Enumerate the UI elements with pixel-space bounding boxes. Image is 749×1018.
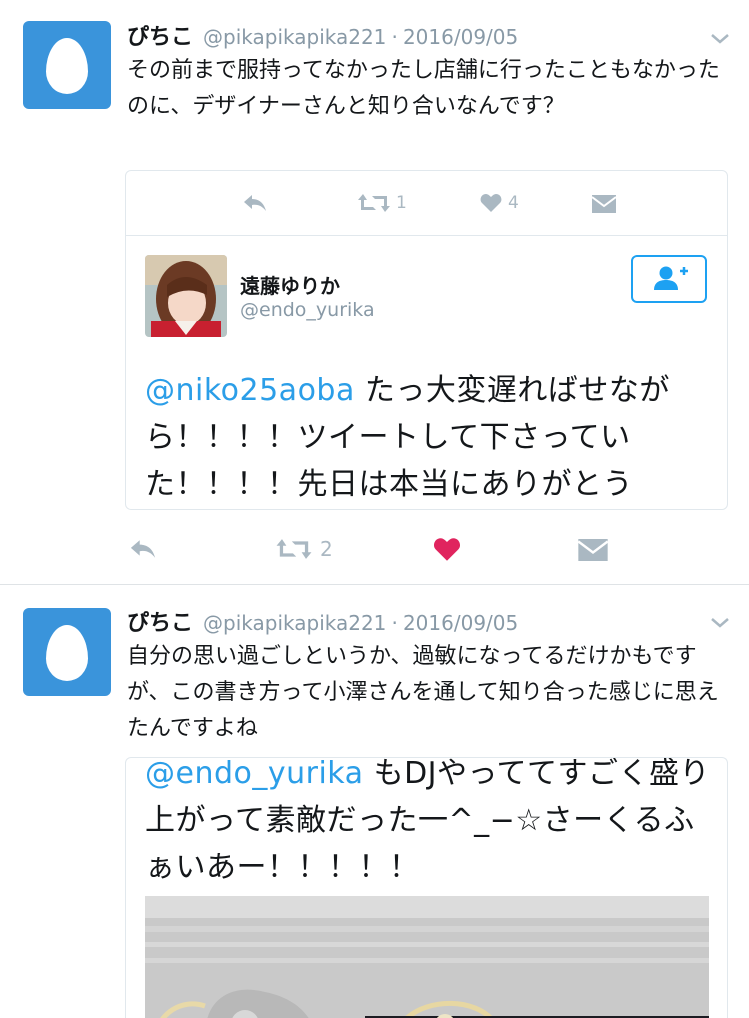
chevron-down-icon[interactable] xyxy=(708,27,732,51)
tweet-actions: 2 xyxy=(0,530,749,570)
dm-button[interactable] xyxy=(578,539,608,561)
reply-icon xyxy=(244,195,266,211)
dm-icon xyxy=(592,195,616,213)
user-handle[interactable]: @pikapikapika221 xyxy=(203,25,386,49)
follow-icon xyxy=(654,266,688,290)
attached-photo[interactable] xyxy=(145,896,709,1018)
retweet-count: 2 xyxy=(320,537,333,561)
dm-button[interactable] xyxy=(592,195,616,213)
retweet-icon xyxy=(276,539,312,559)
egg-avatar-icon xyxy=(46,625,88,681)
reply-icon xyxy=(130,540,156,558)
retweet-button[interactable]: 2 xyxy=(276,537,333,561)
avatar[interactable] xyxy=(23,608,111,696)
egg-avatar-icon xyxy=(46,38,88,94)
dm-icon xyxy=(578,539,608,561)
photo-image xyxy=(145,896,709,1018)
quoted-tweet-text: @niko25aoba たっ大変遅ればせながら！！！！ツイートして下さっていた！… xyxy=(145,367,725,508)
display-name[interactable]: ぴちこ xyxy=(127,25,193,50)
heart-icon xyxy=(480,194,502,212)
quoted-tweet-text: @endo_yurika もDJやっててすごく盛り上がって素敵だった一^_−☆さ… xyxy=(145,758,725,891)
retweet-button[interactable]: 1 xyxy=(358,192,407,214)
tweet-text: 自分の思い過ごしというか、過敏になってるだけかもですが、この書き方って小澤さんを… xyxy=(127,644,719,741)
quoted-display-name[interactable]: 遠藤ゆりか xyxy=(240,270,340,299)
timestamp[interactable]: 2016/09/05 xyxy=(403,25,518,49)
avatar[interactable] xyxy=(23,21,111,109)
retweet-icon xyxy=(358,194,390,212)
tweet-text: その前まで服持ってなかったし店舗に行ったこともなかったのに、デザイナーさんと知り… xyxy=(127,58,720,119)
reply-button[interactable] xyxy=(242,193,268,213)
profile-photo xyxy=(145,255,227,337)
quoted-avatar[interactable] xyxy=(145,255,227,337)
heart-icon xyxy=(433,538,461,561)
separator: · xyxy=(391,25,398,49)
tweet-header: ぴちこ @pikapikapika221 · 2016/09/05 xyxy=(127,19,729,50)
tweet: ぴちこ @pikapikapika221 · 2016/09/05 自分の思い過ご… xyxy=(0,585,749,1018)
quoted-tweet-card[interactable]: 1 4 遠藤ゆりか @endo_yurika @niko25aoba たっ大変遅… xyxy=(125,170,728,510)
tweet-header: ぴちこ @pikapikapika221 · 2016/09/05 xyxy=(127,605,729,636)
like-button[interactable] xyxy=(433,537,461,562)
follow-button[interactable] xyxy=(631,255,707,303)
like-button[interactable]: 4 xyxy=(480,193,519,213)
quoted-user-handle[interactable]: @endo_yurika xyxy=(240,299,375,321)
retweet-count: 1 xyxy=(396,193,407,213)
user-handle[interactable]: @pikapikapika221 xyxy=(203,611,386,635)
mention-link[interactable]: @endo_yurika xyxy=(145,758,364,791)
quoted-actions: 1 4 xyxy=(126,171,727,236)
tweet: ぴちこ @pikapikapika221 · 2016/09/05 その前まで服持… xyxy=(0,0,749,584)
timestamp[interactable]: 2016/09/05 xyxy=(403,611,518,635)
reply-button[interactable] xyxy=(128,538,158,560)
display-name[interactable]: ぴちこ xyxy=(127,611,193,636)
quoted-tweet-card[interactable]: @endo_yurika もDJやっててすごく盛り上がって素敵だった一^_−☆さ… xyxy=(125,757,728,1018)
separator: · xyxy=(391,611,398,635)
mention-link[interactable]: @niko25aoba xyxy=(145,373,355,408)
like-count: 4 xyxy=(508,193,519,213)
chevron-down-icon[interactable] xyxy=(708,611,732,635)
